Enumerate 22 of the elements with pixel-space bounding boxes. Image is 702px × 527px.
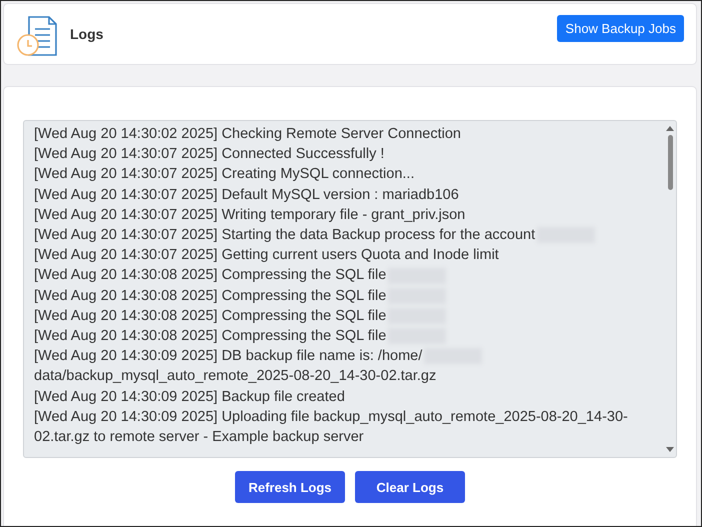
- page-title: Logs: [70, 26, 104, 42]
- refresh-logs-button[interactable]: Refresh Logs: [235, 471, 345, 503]
- clear-logs-button[interactable]: Clear Logs: [355, 471, 465, 503]
- log-line: [Wed Aug 20 14:30:08 2025] Compressing the SQL file: [34, 326, 656, 346]
- scroll-up-icon[interactable]: [666, 125, 674, 131]
- log-line: [Wed Aug 20 14:30:02 2025] Checking Remote Server Connection: [34, 125, 462, 144]
- log-line: [Wed Aug 20 14:30:09 2025] Backup file created: [34, 388, 346, 407]
- log-line: [Wed Aug 20 14:30:08 2025] Compressing the SQL file: [34, 286, 656, 306]
- scrollbar-thumb[interactable]: [668, 135, 672, 190]
- log-line: [Wed Aug 20 14:30:07 2025] Starting the data Backup process for the account: [34, 225, 656, 246]
- show-backup-jobs-button[interactable]: Show Backup Jobs: [557, 14, 684, 42]
- document-clock-icon: [16, 15, 60, 57]
- log-line: [Wed Aug 20 14:30:07 2025] Writing temporary file - grant_priv.json: [34, 206, 466, 225]
- log-line: [Wed Aug 20 14:30:07 2025] Creating MySQL connection...: [34, 165, 416, 184]
- log-line: [Wed Aug 20 14:30:07 2025] Default MySQL version : mariadb106: [34, 186, 460, 205]
- log-line: [Wed Aug 20 14:30:09 2025] Uploading file backup_mysql_auto_remote_2025-08-20_14-30-02.tar.gz to remote server - Example backup server: [34, 408, 629, 448]
- log-line: [Wed Aug 20 14:30:08 2025] Compressing the SQL file: [34, 306, 656, 326]
- log-line: [Wed Aug 20 14:30:09 2025] DB backup file name is: /home/ data/backup_mysql_auto_remote_2025-08-20_14-30-02.tar.gz: [34, 346, 656, 387]
- log-line: [Wed Aug 20 14:30:08 2025] Compressing the SQL file: [34, 265, 656, 286]
- scroll-down-icon[interactable]: [666, 447, 674, 453]
- log-line: [Wed Aug 20 14:30:07 2025] Getting current users Quota and Inode limit: [34, 246, 500, 266]
- log-line: [Wed Aug 20 14:30:07 2025] Connected Successfully !: [34, 145, 386, 164]
